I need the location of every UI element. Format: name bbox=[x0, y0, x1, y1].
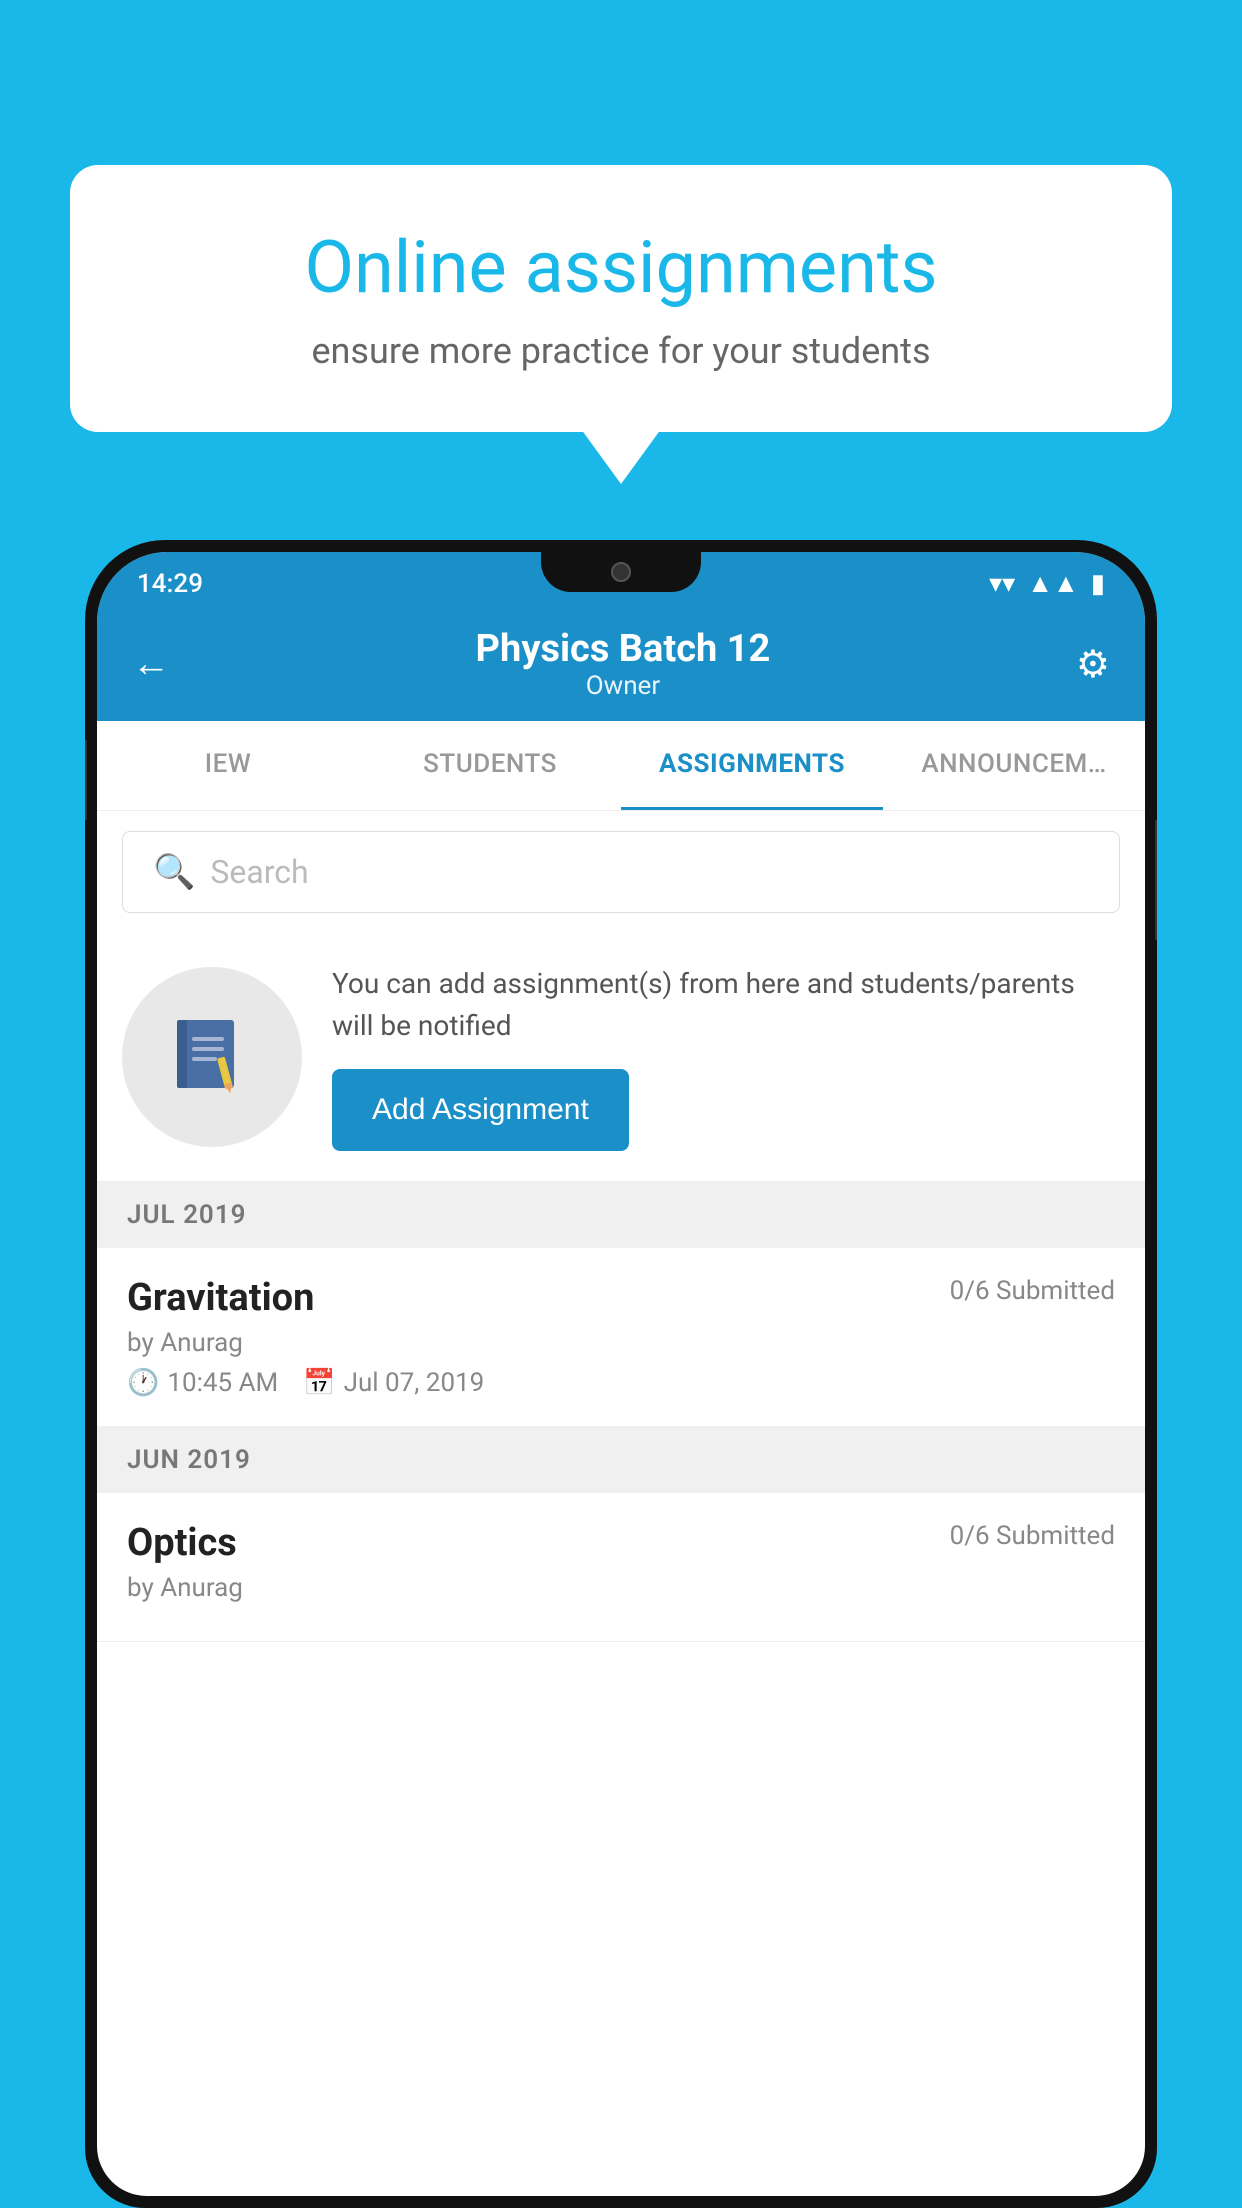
back-button[interactable]: ← bbox=[132, 642, 170, 686]
assignment-name-optics: Optics bbox=[127, 1521, 237, 1565]
volume-button bbox=[85, 740, 87, 820]
status-icons: ▾▾ ▲▲ ▮ bbox=[989, 568, 1105, 599]
add-assignment-section: You can add assignment(s) from here and … bbox=[97, 933, 1145, 1182]
assignment-submitted-optics: 0/6 Submitted bbox=[950, 1521, 1115, 1551]
add-assignment-description: You can add assignment(s) from here and … bbox=[332, 963, 1120, 1047]
header-title: Physics Batch 12 bbox=[170, 627, 1076, 671]
speech-bubble-arrow bbox=[581, 429, 661, 484]
assignment-top: Gravitation 0/6 Submitted bbox=[127, 1276, 1115, 1320]
search-icon: 🔍 bbox=[153, 852, 195, 892]
tab-assignments[interactable]: ASSIGNMENTS bbox=[621, 721, 883, 810]
assignment-item-optics[interactable]: Optics 0/6 Submitted by Anurag bbox=[97, 1493, 1145, 1642]
assignment-item-gravitation[interactable]: Gravitation 0/6 Submitted by Anurag 🕐 10… bbox=[97, 1248, 1145, 1427]
assignment-submitted-gravitation: 0/6 Submitted bbox=[950, 1276, 1115, 1306]
header-center: Physics Batch 12 Owner bbox=[170, 627, 1076, 701]
assignment-meta-gravitation: 🕐 10:45 AM 📅 Jul 07, 2019 bbox=[127, 1368, 1115, 1398]
app-header: ← Physics Batch 12 Owner ⚙ bbox=[97, 607, 1145, 721]
speech-bubble-title: Online assignments bbox=[140, 225, 1102, 310]
month-header-jun: JUN 2019 bbox=[97, 1427, 1145, 1493]
front-camera bbox=[611, 562, 631, 582]
add-assignment-right: You can add assignment(s) from here and … bbox=[332, 963, 1120, 1151]
content-area: 🔍 Search bbox=[97, 811, 1145, 1642]
tab-iew[interactable]: IEW bbox=[97, 721, 359, 810]
header-subtitle: Owner bbox=[170, 671, 1076, 701]
assignment-time-gravitation: 🕐 10:45 AM bbox=[127, 1368, 278, 1398]
add-assignment-button[interactable]: Add Assignment bbox=[332, 1069, 629, 1151]
phone-frame: 14:29 ▾▾ ▲▲ ▮ ← Physics Batch 12 Owner ⚙… bbox=[85, 540, 1157, 2208]
assignment-date-value: Jul 07, 2019 bbox=[344, 1368, 485, 1398]
search-bar[interactable]: 🔍 Search bbox=[122, 831, 1120, 913]
notebook-icon bbox=[167, 1012, 257, 1102]
speech-bubble: Online assignments ensure more practice … bbox=[70, 165, 1172, 432]
battery-icon: ▮ bbox=[1091, 569, 1105, 599]
search-container: 🔍 Search bbox=[97, 811, 1145, 933]
assignment-author-gravitation: by Anurag bbox=[127, 1328, 1115, 1358]
wifi-icon: ▾▾ bbox=[989, 569, 1015, 599]
notebook-icon-circle bbox=[122, 967, 302, 1147]
calendar-icon: 📅 bbox=[303, 1368, 335, 1398]
tab-bar: IEW STUDENTS ASSIGNMENTS ANNOUNCEM… bbox=[97, 721, 1145, 811]
tab-announcements[interactable]: ANNOUNCEM… bbox=[883, 721, 1145, 810]
settings-icon[interactable]: ⚙ bbox=[1076, 642, 1110, 687]
phone-screen: 14:29 ▾▾ ▲▲ ▮ ← Physics Batch 12 Owner ⚙… bbox=[97, 552, 1145, 2196]
assignment-author-optics: by Anurag bbox=[127, 1573, 1115, 1603]
clock-icon: 🕐 bbox=[127, 1368, 159, 1398]
assignment-top-optics: Optics 0/6 Submitted bbox=[127, 1521, 1115, 1565]
speech-bubble-subtitle: ensure more practice for your students bbox=[140, 330, 1102, 372]
status-time: 14:29 bbox=[137, 569, 203, 599]
power-button bbox=[1155, 820, 1157, 940]
signal-icon: ▲▲ bbox=[1027, 568, 1078, 599]
assignment-date-gravitation: 📅 Jul 07, 2019 bbox=[303, 1368, 484, 1398]
assignment-name-gravitation: Gravitation bbox=[127, 1276, 314, 1320]
tab-students[interactable]: STUDENTS bbox=[359, 721, 621, 810]
phone-notch bbox=[541, 552, 701, 592]
assignment-time-value: 10:45 AM bbox=[167, 1368, 278, 1398]
month-header-jul: JUL 2019 bbox=[97, 1182, 1145, 1248]
search-placeholder: Search bbox=[210, 853, 308, 891]
speech-bubble-container: Online assignments ensure more practice … bbox=[70, 165, 1172, 432]
